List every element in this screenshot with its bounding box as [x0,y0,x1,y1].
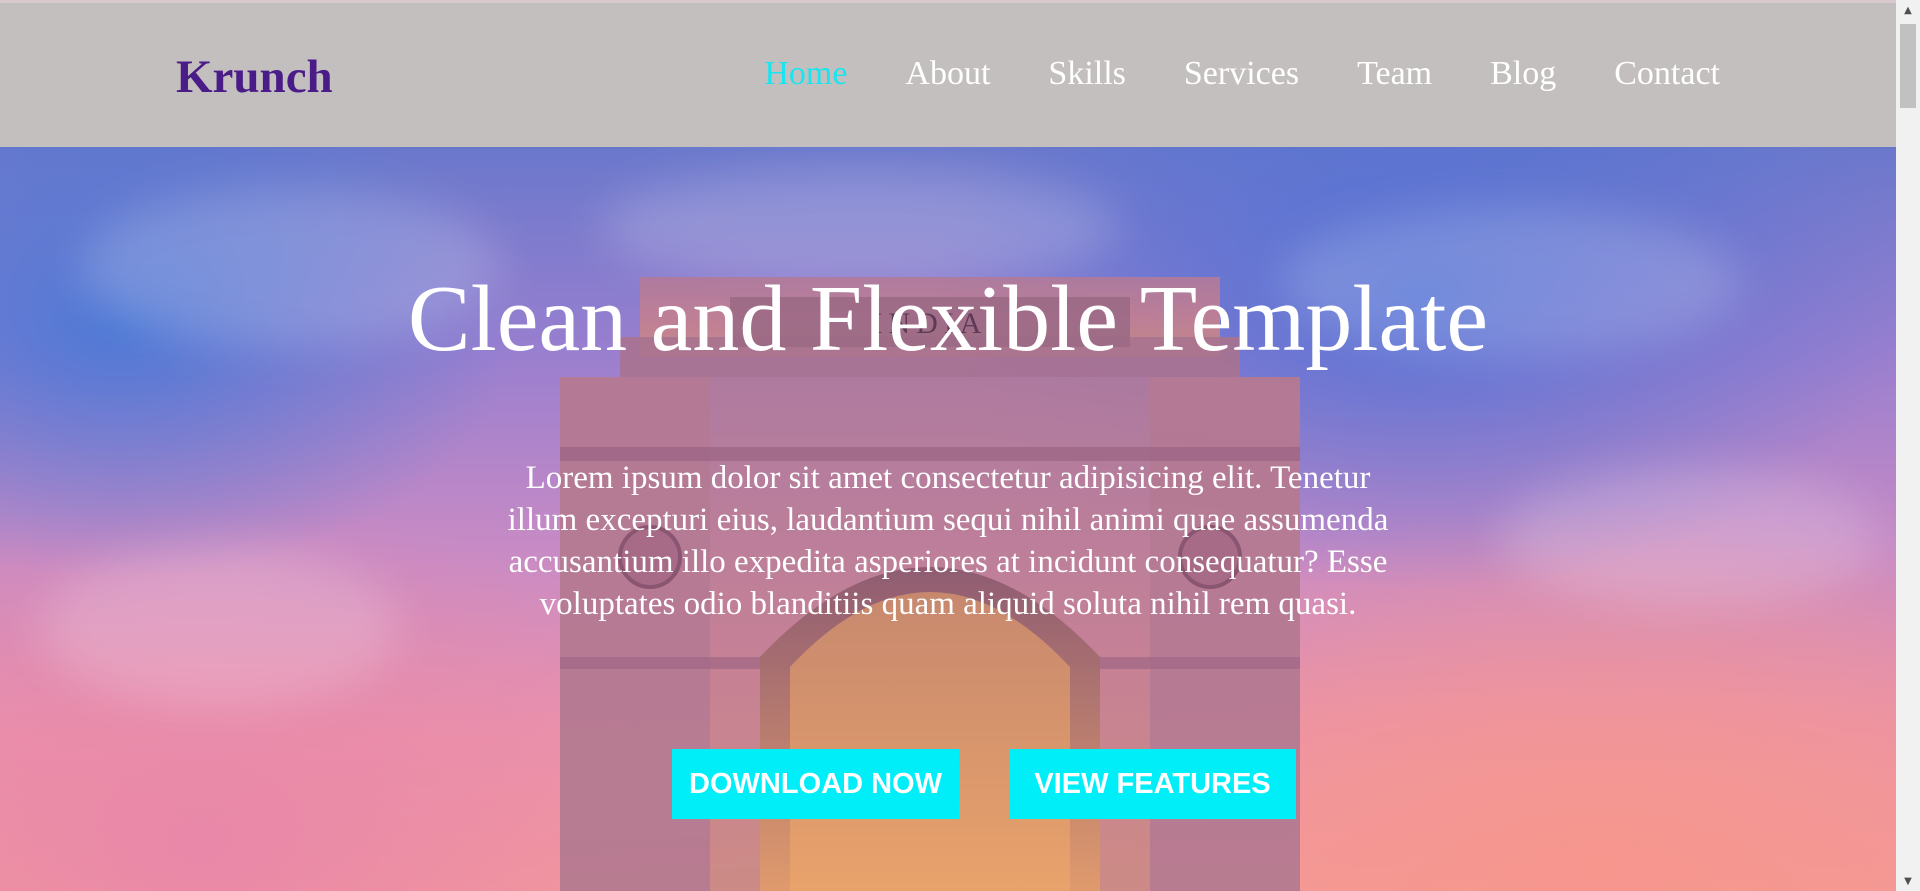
hero-title: Clean and Flexible Template [407,267,1489,371]
navbar: Krunch Home About Skills Services Team B… [0,3,1896,147]
download-now-button[interactable]: DOWNLOAD NOW [672,749,959,819]
nav-blog[interactable]: Blog [1490,53,1556,95]
top-border [0,0,1896,3]
nav-home[interactable]: Home [764,53,847,95]
hero-description: Lorem ipsum dolor sit amet consectetur a… [507,460,1389,622]
scroll-up-arrow-icon[interactable]: ▲ [1896,0,1920,20]
hero-content: Clean and Flexible Template Lorem ipsum … [0,147,1896,891]
main-nav: Home About Skills Services Team Blog Con… [764,53,1720,95]
scroll-thumb[interactable] [1900,24,1916,108]
scroll-down-arrow-icon[interactable]: ▼ [1896,871,1920,891]
hero-section: INDIA Clean and Flexible Template Lorem … [0,147,1896,891]
brand-logo[interactable]: Krunch [176,49,333,105]
nav-team[interactable]: Team [1357,53,1432,95]
vertical-scrollbar[interactable]: ▲ ▼ [1896,0,1920,891]
view-features-button[interactable]: VIEW FEATURES [1009,749,1296,819]
nav-services[interactable]: Services [1184,53,1299,95]
nav-skills[interactable]: Skills [1048,53,1125,95]
nav-about[interactable]: About [905,53,990,95]
nav-contact[interactable]: Contact [1614,53,1720,95]
page: Krunch Home About Skills Services Team B… [0,0,1920,891]
